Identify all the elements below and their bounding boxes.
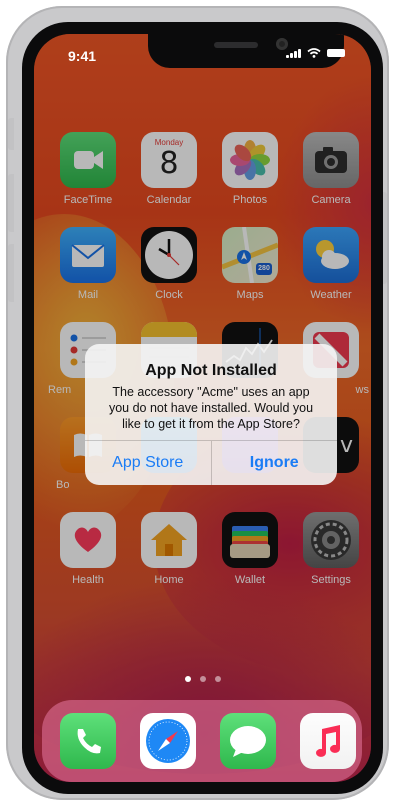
phone-frame: 9:41 FaceTime Monday 8 Calendar Photos C… <box>6 6 389 800</box>
home-screen: 9:41 FaceTime Monday 8 Calendar Photos C… <box>34 34 371 782</box>
speaker-grille <box>214 42 258 48</box>
messages-icon[interactable] <box>220 713 276 769</box>
alert-message: The accessory "Acme" uses an app you do … <box>108 385 314 431</box>
volume-up-button <box>8 174 14 232</box>
status-icons <box>286 48 345 58</box>
music-icon[interactable] <box>300 713 356 769</box>
alert-actions: App Store Ignore <box>85 440 337 485</box>
alert-title: App Not Installed <box>145 362 277 379</box>
dock <box>42 700 362 782</box>
mute-switch <box>8 118 14 150</box>
page-dot <box>199 676 206 682</box>
wifi-icon <box>307 48 321 58</box>
volume-down-button <box>8 244 14 302</box>
ignore-button[interactable]: Ignore <box>210 441 338 485</box>
battery-icon <box>327 49 345 57</box>
app-store-button[interactable]: App Store <box>85 441 211 485</box>
page-dot <box>214 676 221 682</box>
safari-icon[interactable] <box>140 713 196 769</box>
phone-icon[interactable] <box>60 713 116 769</box>
cellular-signal-icon <box>286 48 301 58</box>
page-indicator <box>34 676 371 682</box>
page-dot <box>184 676 191 682</box>
status-time: 9:41 <box>68 48 97 64</box>
app-not-installed-alert: App Not Installed The accessory "Acme" u… <box>85 344 337 485</box>
